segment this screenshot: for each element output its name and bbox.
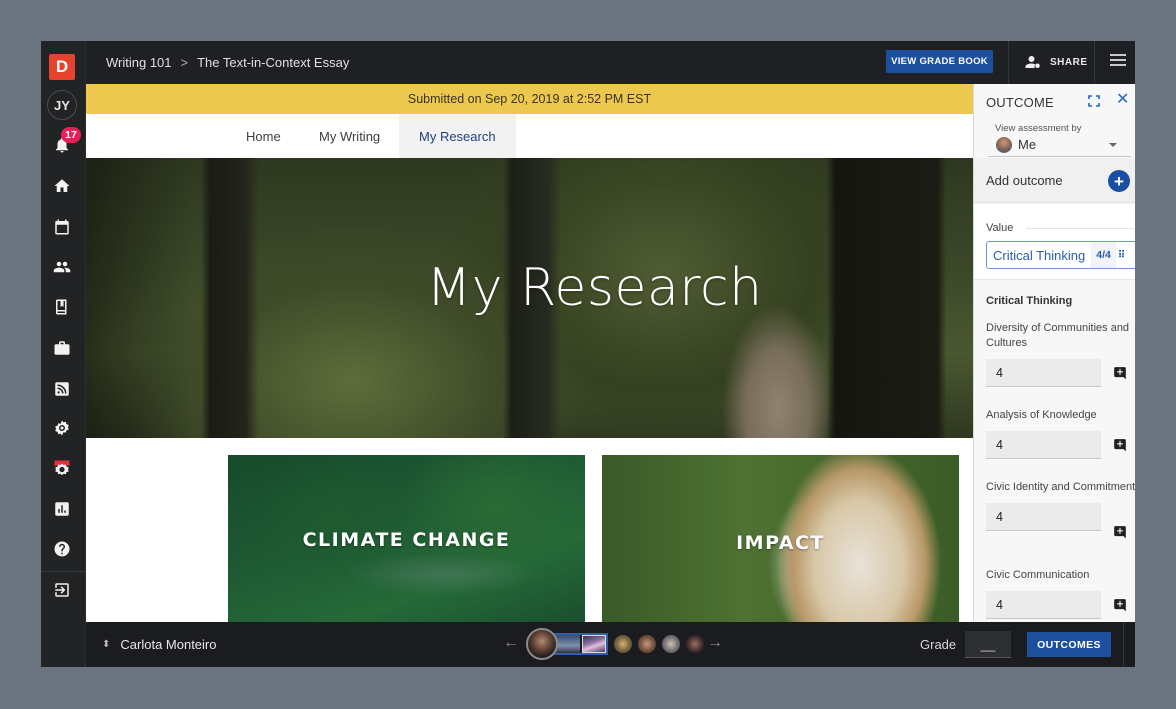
topbar-divider bbox=[1008, 41, 1009, 84]
grade-label: Grade bbox=[920, 637, 957, 652]
add-outcome-label: Add outcome bbox=[986, 173, 1063, 188]
beta-gear-icon[interactable] bbox=[51, 457, 73, 479]
hero-title: My Research bbox=[426, 258, 763, 318]
app-window: D JY 17 Writing 101 > The Text-in-Contex… bbox=[41, 41, 1135, 667]
calendar-icon[interactable] bbox=[51, 216, 73, 238]
sidebar: D JY 17 bbox=[41, 41, 86, 667]
tab-my-writing[interactable]: My Writing bbox=[299, 114, 400, 158]
assessor-value: Me bbox=[1018, 137, 1037, 152]
person-share-icon bbox=[1025, 56, 1040, 68]
breadcrumb-assignment: The Text-in-Context Essay bbox=[197, 55, 350, 70]
assessor-avatar bbox=[996, 136, 1012, 153]
criterion-score-input[interactable] bbox=[986, 431, 1101, 459]
submission-status-banner: Submitted on Sep 20, 2019 at 2:52 PM EST bbox=[86, 84, 973, 114]
criterion-score-input[interactable] bbox=[986, 503, 1101, 531]
add-comment-icon[interactable] bbox=[1113, 438, 1127, 452]
people-icon[interactable] bbox=[51, 256, 73, 278]
sort-updown-icon: ⬍ bbox=[102, 639, 111, 650]
outcomes-button[interactable]: OUTCOMES bbox=[1027, 632, 1111, 657]
rubric-icon[interactable]: ⠿ bbox=[1116, 250, 1125, 261]
add-comment-icon[interactable] bbox=[1113, 525, 1127, 539]
criterion-name: Civic Communication bbox=[986, 569, 1090, 581]
outcome-value-chip[interactable]: Critical Thinking 4/4 ⠿ bbox=[986, 241, 1135, 269]
top-bar: Writing 101 > The Text-in-Context Essay … bbox=[86, 41, 1135, 84]
briefcase-icon[interactable] bbox=[51, 337, 73, 359]
previous-arrow-icon[interactable]: ← bbox=[503, 634, 519, 652]
card-climate-change[interactable]: CLIMATE CHANGE bbox=[228, 455, 585, 622]
card-label: IMPACT bbox=[736, 532, 825, 554]
criterion-item: Civic Identity and Commitment bbox=[986, 480, 1135, 539]
add-comment-icon[interactable] bbox=[1113, 366, 1127, 380]
student-avatar-current[interactable] bbox=[526, 628, 558, 660]
add-outcome-row: Add outcome + bbox=[974, 158, 1135, 203]
view-grade-book-button[interactable]: VIEW GRADE BOOK bbox=[886, 50, 993, 73]
analytics-icon[interactable] bbox=[51, 498, 73, 520]
student-avatar[interactable] bbox=[614, 635, 632, 653]
student-avatar[interactable] bbox=[686, 635, 704, 653]
breadcrumb: Writing 101 > The Text-in-Context Essay bbox=[106, 55, 349, 70]
breadcrumb-separator: > bbox=[180, 55, 189, 70]
chevron-down-icon bbox=[1109, 143, 1117, 147]
criterion-item: Analysis of Knowledge bbox=[986, 408, 1135, 459]
app-logo[interactable]: D bbox=[49, 54, 75, 80]
outcome-panel: OUTCOME ✕ View assessment by Me Add outc… bbox=[973, 84, 1135, 622]
portfolio-nav: Home My Writing My Research bbox=[86, 114, 973, 158]
next-arrow-icon[interactable]: → bbox=[707, 634, 723, 652]
grade-input[interactable] bbox=[965, 631, 1011, 658]
value-divider bbox=[1026, 228, 1134, 229]
view-assessment-select[interactable]: Me bbox=[988, 133, 1131, 157]
rss-feed-icon[interactable] bbox=[51, 378, 73, 400]
share-label: SHARE bbox=[1050, 56, 1088, 68]
portfolio-content: Home My Writing My Research My Research … bbox=[86, 114, 973, 622]
criterion-item: Civic Communication bbox=[986, 568, 1135, 619]
tab-home[interactable]: Home bbox=[226, 114, 301, 158]
card-impact[interactable]: IMPACT bbox=[602, 455, 959, 622]
breadcrumb-course-link[interactable]: Writing 101 bbox=[106, 55, 172, 70]
panel-title: OUTCOME bbox=[986, 95, 1054, 110]
criterion-name: Analysis of Knowledge bbox=[986, 409, 1097, 421]
notification-count-badge: 17 bbox=[61, 127, 81, 143]
page-thumbnail[interactable] bbox=[556, 635, 580, 653]
outcome-name: Critical Thinking bbox=[993, 247, 1086, 263]
submission-pages-strip[interactable] bbox=[554, 633, 608, 655]
criterion-name: Diversity of Communities and Cultures bbox=[986, 322, 1130, 349]
research-cards: CLIMATE CHANGE IMPACT bbox=[86, 438, 973, 622]
tab-my-research[interactable]: My Research bbox=[399, 114, 516, 158]
bottom-bar: ⬍ Carlota Monteiro ← → Grade OUTCOMES bbox=[86, 622, 1135, 667]
submission-thumbnails bbox=[526, 626, 704, 662]
settings-gear-icon[interactable] bbox=[51, 417, 73, 439]
expand-icon[interactable] bbox=[1088, 95, 1100, 107]
home-icon[interactable] bbox=[51, 175, 73, 197]
student-selector[interactable]: ⬍ Carlota Monteiro bbox=[102, 637, 217, 652]
share-button[interactable]: SHARE bbox=[1024, 53, 1088, 71]
topbar-divider bbox=[1094, 41, 1095, 84]
add-comment-icon[interactable] bbox=[1113, 598, 1127, 612]
hamburger-menu-icon[interactable] bbox=[1110, 54, 1126, 68]
sign-in-icon[interactable] bbox=[51, 579, 73, 601]
outcome-section-title: Critical Thinking bbox=[986, 295, 1073, 307]
sidebar-divider bbox=[41, 571, 86, 572]
hero-banner-image: My Research bbox=[86, 158, 973, 438]
criterion-item: Diversity of Communities and Cultures bbox=[986, 321, 1135, 387]
page-thumbnail[interactable] bbox=[582, 635, 606, 653]
user-avatar[interactable]: JY bbox=[47, 90, 77, 120]
student-avatar[interactable] bbox=[638, 635, 656, 653]
add-outcome-button[interactable]: + bbox=[1108, 170, 1130, 192]
help-icon[interactable] bbox=[51, 538, 73, 560]
value-section: Value Critical Thinking 4/4 ⠿ bbox=[974, 204, 1135, 280]
criterion-name: Civic Identity and Commitment bbox=[986, 481, 1135, 493]
student-avatar[interactable] bbox=[662, 635, 680, 653]
criterion-score-input[interactable] bbox=[986, 591, 1101, 619]
book-icon[interactable] bbox=[51, 296, 73, 318]
outcome-score: 4/4 bbox=[1091, 242, 1116, 268]
bottombar-divider bbox=[1123, 622, 1124, 667]
student-name: Carlota Monteiro bbox=[120, 637, 217, 652]
card-label: CLIMATE CHANGE bbox=[302, 529, 511, 551]
criterion-score-input[interactable] bbox=[986, 359, 1101, 387]
close-icon[interactable]: ✕ bbox=[1116, 92, 1129, 108]
value-label: Value bbox=[986, 222, 1014, 234]
